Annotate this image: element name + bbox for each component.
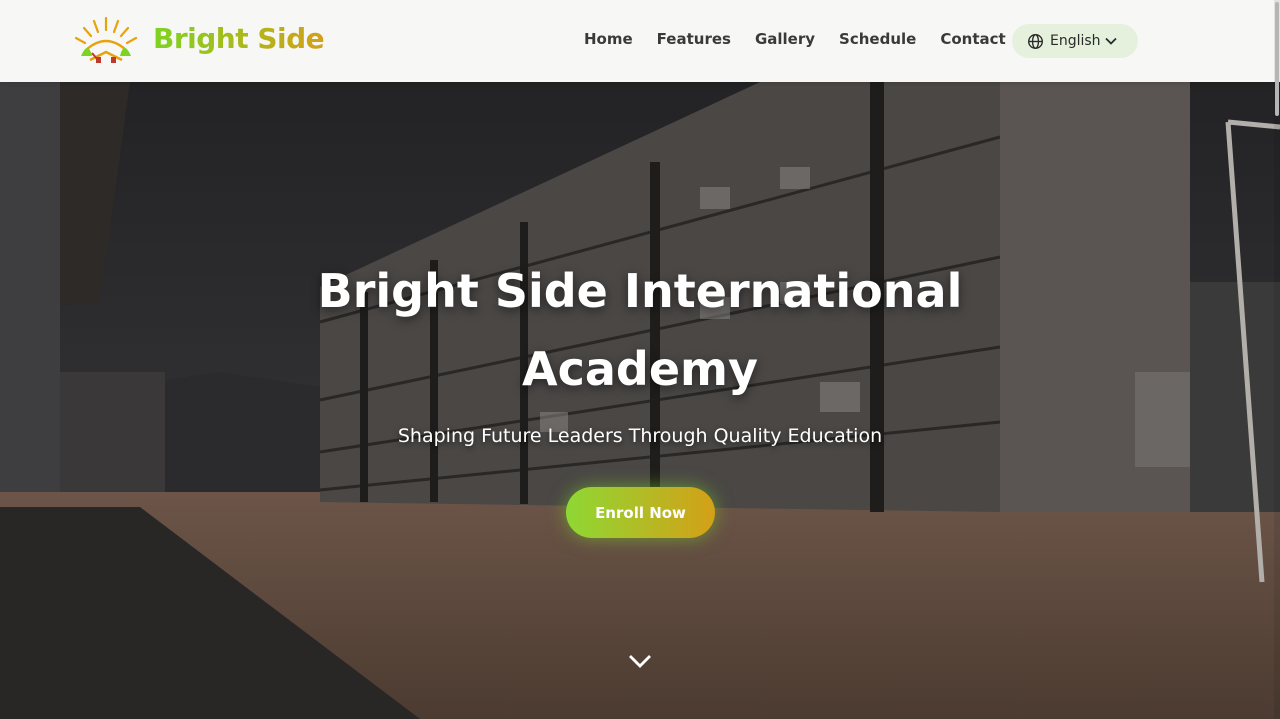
enroll-now-button[interactable]: Enroll Now	[566, 487, 715, 538]
nav-link-features[interactable]: Features	[657, 30, 731, 48]
globe-icon	[1027, 33, 1044, 50]
logo-icon[interactable]	[72, 16, 140, 66]
language-selector[interactable]: English	[1012, 24, 1138, 58]
scrollbar-thumb[interactable]	[1275, 2, 1279, 116]
brand-name[interactable]: Bright Side	[153, 22, 325, 55]
hero-title: Bright Side International Academy	[317, 264, 963, 396]
navbar: Bright Side Home Features Gallery Schedu…	[0, 0, 1280, 82]
main-nav: Home Features Gallery Schedule Contact	[584, 30, 1030, 48]
hero-section: Bright Side International Academy Shapin…	[0, 82, 1280, 719]
nav-link-home[interactable]: Home	[584, 30, 633, 48]
chevron-down-icon[interactable]	[628, 651, 652, 671]
nav-link-contact[interactable]: Contact	[940, 30, 1005, 48]
moon-icon[interactable]	[1183, 31, 1203, 51]
nav-link-schedule[interactable]: Schedule	[839, 30, 916, 48]
hero-subtitle: Shaping Future Leaders Through Quality E…	[397, 425, 883, 447]
page-scrollbar[interactable]	[1274, 0, 1280, 719]
language-label: English	[1050, 33, 1101, 49]
chevron-down-icon	[1104, 34, 1118, 48]
nav-link-gallery[interactable]: Gallery	[755, 30, 815, 48]
